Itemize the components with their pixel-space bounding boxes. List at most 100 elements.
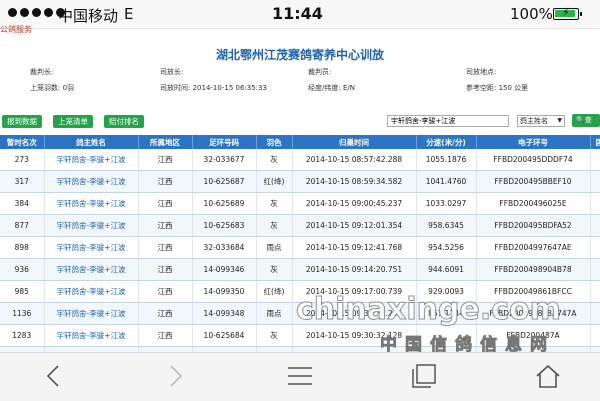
column-header: 鸽主姓名 (44, 135, 139, 149)
table-row[interactable]: 877 宇轩鸽舍-李骏+江波 江西 10-625683 灰 2014-10-15 09:1… (0, 214, 600, 237)
menu-button[interactable] (283, 361, 317, 391)
table-row[interactable]: 317 宇轩鸽舍-李骏+江波 江西 10-625687 红(绛) 2014-10-15 0… (0, 170, 600, 193)
info-release-location: 司放地点: (466, 68, 497, 76)
table-cell: 1033.0297 (416, 192, 477, 215)
table-row[interactable]: 898 宇轩鸽舍-李骏+江波 江西 32-033684 雨点 2014-10-15 09:… (0, 236, 600, 259)
table-cell: 2014-10-15 09:14:20.751 (292, 258, 417, 281)
table-cell: FFBD200495BDFA52 (476, 214, 591, 237)
table-cell: FFBD2004997647AE (476, 236, 591, 259)
arrival-data-button[interactable]: 报到数据 (2, 115, 42, 128)
clock: 11:44 (272, 4, 323, 23)
search-field-select[interactable]: 鸽主姓名 ▼ (517, 115, 565, 127)
table-cell: 10-625683 (192, 214, 257, 237)
menu-icon (288, 367, 312, 385)
search-icon: 🔍 (576, 116, 585, 124)
home-button[interactable] (531, 361, 565, 391)
column-header: 国际 (590, 135, 600, 149)
table-cell: 宇轩鸽舍-李骏+江波 (44, 324, 139, 347)
table-cell: 灰 (256, 258, 293, 281)
table-cell: 944.6091 (416, 258, 477, 281)
table-row[interactable]: 273 宇轩鸽舍-李骏+江波 江西 32-033677 灰 2014-10-15 08:5… (0, 149, 600, 171)
table-cell: 宇轩鸽舍-李骏+江波 (44, 280, 139, 303)
table-row[interactable]: 936 宇轩鸽舍-李骏+江波 江西 14-099346 灰 2014-10-15 09:1… (0, 258, 600, 281)
table-cell: 2014-10-15 09:12:01.354 (292, 214, 417, 237)
info-release-time: 司放时间: 2014-10-15 06:35:33 (160, 84, 267, 92)
table-cell (590, 192, 600, 215)
column-header: 暂时名次 (0, 135, 45, 149)
table-cell (590, 258, 600, 281)
charging-icon: ⚡ (562, 6, 570, 19)
table-cell: FFBD200498904B78 (476, 258, 591, 281)
network-type: E (124, 5, 134, 23)
table-cell: 江西 (138, 236, 193, 259)
back-icon (46, 365, 59, 387)
table-cell: 2014-10-15 09:12:41.768 (292, 236, 417, 259)
table-cell: 32-033684 (192, 236, 257, 259)
table-cell: FFBD200496025E (476, 192, 591, 215)
column-header: 所属地区 (138, 135, 193, 149)
table-cell: 江西 (138, 149, 193, 171)
table-cell: 985 (0, 280, 45, 303)
table-cell: 10-625689 (192, 192, 257, 215)
search-input[interactable] (387, 115, 509, 127)
table-cell: 江西 (138, 324, 193, 347)
table-cell: 1055.1876 (416, 149, 477, 171)
cage-list-button[interactable]: 上笼清单 (53, 115, 93, 128)
table-cell: 954.5256 (416, 236, 477, 259)
table-cell: 宇轩鸽舍-李骏+江波 (44, 302, 139, 325)
status-bar: 中国移动 E 11:44 100% ⚡ (0, 0, 600, 29)
table-cell: 898 (0, 236, 45, 259)
table-cell: 雨点 (256, 236, 293, 259)
table-cell: 宇轩鸽舍-李骏+江波 (44, 149, 139, 171)
browser-toolbar (0, 352, 600, 401)
battery-percent: 100% (510, 5, 553, 23)
table-cell: 877 (0, 214, 45, 237)
info-referee: 裁判员: (308, 68, 332, 76)
column-header: 归巢时间 (292, 135, 417, 149)
table-cell: FFBD200495BBEF10 (476, 170, 591, 193)
forward-button[interactable] (159, 361, 193, 391)
back-button[interactable] (36, 361, 70, 391)
table-cell: 江西 (138, 170, 193, 193)
tabs-button[interactable] (407, 361, 441, 391)
table-cell: 江西 (138, 258, 193, 281)
info-release-chief: 司放长: (160, 68, 184, 76)
table-cell: 灰 (256, 192, 293, 215)
search-button[interactable]: 🔍查 (572, 114, 600, 127)
chevron-down-icon: ▼ (557, 117, 562, 124)
table-cell: 宇轩鸽舍-李骏+江波 (44, 170, 139, 193)
table-cell: 2014-10-15 08:57:42.288 (292, 149, 417, 171)
site-logo: 公鸽服务 (0, 25, 32, 34)
table-cell: 2014-10-15 08:59:34.582 (292, 170, 417, 193)
table-cell: 273 (0, 149, 45, 171)
compensation-ranking-button[interactable]: 赔付排名 (104, 115, 144, 128)
table-cell: 江西 (138, 214, 193, 237)
table-cell: 1283 (0, 324, 45, 347)
info-referee-chief: 裁判长: (30, 68, 54, 76)
column-header: 足环号码 (192, 135, 257, 149)
table-cell: 灰 (256, 324, 293, 347)
table-cell: 江西 (138, 302, 193, 325)
info-cage-count: 上笼羽数: 0羽 (30, 84, 75, 92)
table-cell: 灰 (256, 214, 293, 237)
table-cell: 1041.4760 (416, 170, 477, 193)
info-distance: 参考空距: 150 公里 (466, 84, 529, 92)
column-header: 电子环号 (476, 135, 591, 149)
table-cell: 红(绛) (256, 170, 293, 193)
table-cell (590, 280, 600, 303)
table-cell: 雨点 (256, 302, 293, 325)
forward-icon (170, 365, 183, 387)
info-coordinates: 经度/纬度: E/N (308, 84, 355, 92)
table-cell: 江西 (138, 280, 193, 303)
table-cell: 14-099346 (192, 258, 257, 281)
table-cell: 317 (0, 170, 45, 193)
signal-dots-icon (8, 8, 65, 17)
table-cell: 宇轩鸽舍-李骏+江波 (44, 236, 139, 259)
table-cell: 10-625684 (192, 324, 257, 347)
column-header: 分速(米/分) (416, 135, 477, 149)
table-row[interactable]: 384 宇轩鸽舍-李骏+江波 江西 10-625689 灰 2014-10-15 09:0… (0, 192, 600, 215)
table-cell: 32-033677 (192, 149, 257, 171)
table-cell (590, 214, 600, 237)
table-cell: 宇轩鸽舍-李骏+江波 (44, 214, 139, 237)
home-icon (536, 364, 560, 388)
